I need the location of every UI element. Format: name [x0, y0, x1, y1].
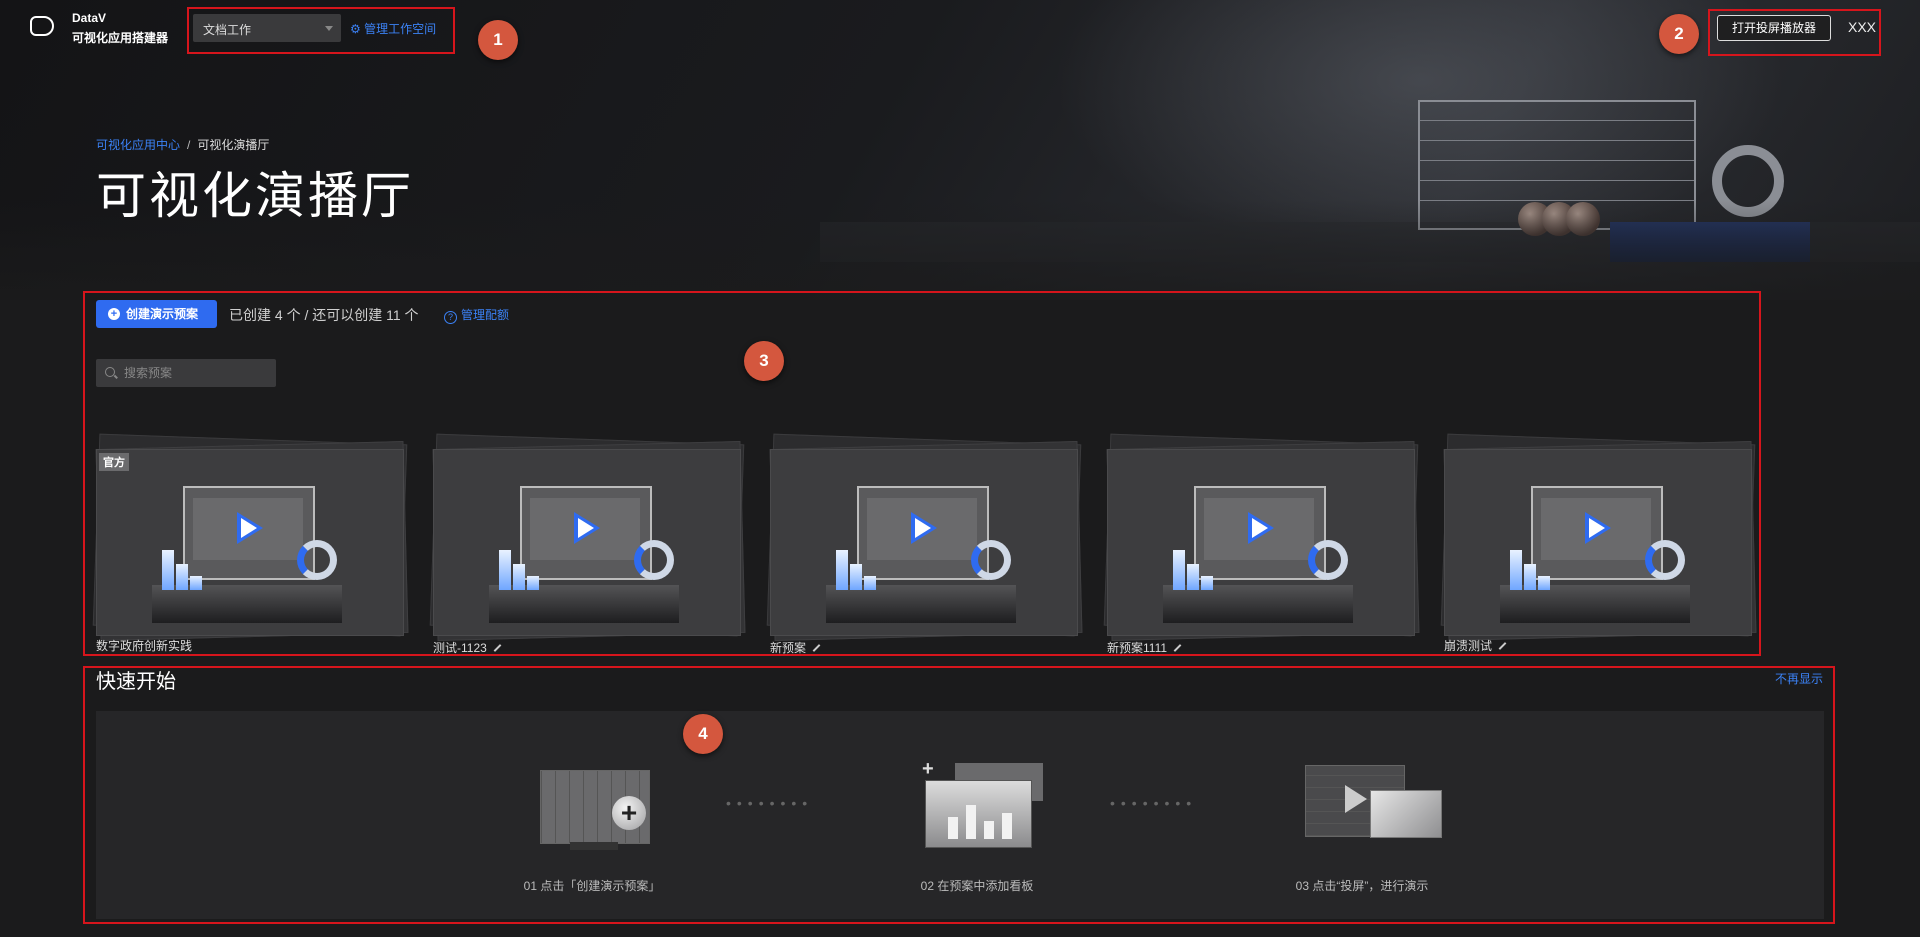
datav-logo-icon[interactable]	[30, 16, 54, 36]
annotation-marker-2: 2	[1659, 14, 1699, 54]
annotation-box-2	[1708, 9, 1881, 56]
annotation-marker-1: 1	[478, 20, 518, 60]
breadcrumb-parent-link[interactable]: 可视化应用中心	[96, 138, 180, 152]
breadcrumb: 可视化应用中心 / 可视化演播厅	[96, 136, 269, 153]
annotation-marker-4: 4	[683, 714, 723, 754]
page-title: 可视化演播厅	[96, 168, 414, 224]
annotation-box-3	[83, 291, 1761, 656]
breadcrumb-separator: /	[187, 138, 191, 152]
brand-subtitle: 可视化应用搭建器	[72, 31, 169, 45]
brand-name: DataV	[72, 11, 107, 25]
breadcrumb-current: 可视化演播厅	[197, 138, 270, 152]
annotation-box-4	[83, 666, 1835, 924]
annotation-box-1	[187, 7, 455, 54]
annotation-marker-3: 3	[744, 341, 784, 381]
